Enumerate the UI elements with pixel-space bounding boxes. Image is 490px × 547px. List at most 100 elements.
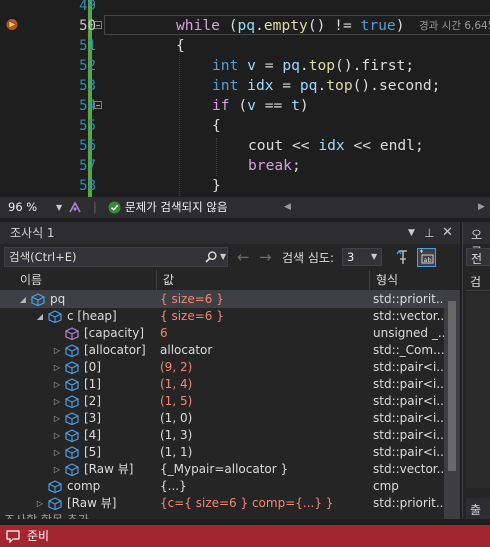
search-options-icon[interactable]: ▼ [220,248,226,266]
watch-type-cell: cmp [373,479,399,493]
watch-value-cell[interactable]: {c={ size=6 } comp={...} } [157,495,368,512]
column-header-name[interactable]: 이름 [0,270,157,290]
expand-toggle-icon[interactable]: ▷ [52,427,62,444]
watch-value-cell[interactable]: {_Mypair=allocator } [157,461,368,478]
chevron-down-icon: ▼ [371,252,378,261]
watch-name-cell[interactable]: ▷ [3] [0,410,155,427]
watch-row[interactable]: ▷ [allocator] allocator std::_Com... [0,342,444,359]
watch-row[interactable]: comp {...} cmp [0,478,444,495]
search-depth-value: 3 [347,250,355,264]
watch-name-cell[interactable]: comp [0,478,155,495]
watch-name-cell[interactable]: 조사할 항목 추가 [0,512,155,519]
line-number: 55 [79,118,96,134]
watch-row[interactable]: [capacity] 6 unsigned _... [0,325,444,342]
watch-row[interactable]: ▷ [4] (1, 3) std::pair<i... [0,427,444,444]
watch-name-cell[interactable]: ▷ [2] [0,393,155,410]
watch-value-cell[interactable]: {...} [157,478,368,495]
column-header-type[interactable]: 형식 [370,270,444,290]
code-line: 49 [0,0,490,16]
watch-value-cell[interactable]: 6 [157,325,368,342]
scroll-right-icon[interactable]: ▶ [478,197,485,218]
expand-toggle-icon[interactable]: ▷ [52,393,62,410]
watch-name-cell[interactable]: ▷ [Raw 뷰] [0,495,155,512]
window-title: 조사식 1 [10,226,55,240]
search-icon[interactable] [205,251,217,263]
collapse-toggle-icon[interactable]: ◢ [18,291,28,308]
pin-to-source-icon[interactable] [395,249,411,265]
search-back-icon[interactable]: ← [237,247,250,267]
expand-toggle-icon[interactable]: ▷ [35,495,45,512]
watch-name-cell[interactable]: ◢ pq [0,291,155,308]
expand-toggle-icon[interactable]: ▷ [52,376,62,393]
watch-name-cell[interactable]: [capacity] [0,325,155,342]
watch-row[interactable]: ▷ [3] (1, 0) std::pair<i... [0,410,444,427]
notification-icon[interactable] [6,530,20,543]
watch-name-cell[interactable]: ▷ [0] [0,359,155,376]
watch-value-cell[interactable]: (1, 4) [157,376,368,393]
watch-row[interactable]: ▷ [1] (1, 4) std::pair<i... [0,376,444,393]
zoom-level[interactable]: 96 % [8,197,37,218]
code-line: 53 int idx = pq.top().second; [0,76,490,96]
watch-row[interactable]: ▷ [2] (1, 5) std::pair<i... [0,393,444,410]
close-icon[interactable]: ✕ [442,222,453,244]
watch-value-cell[interactable]: { size=6 } [157,308,368,325]
perf-tip[interactable]: 경과 시간 6,645 [419,16,490,36]
watch-name-cell[interactable]: ▷ [allocator] [0,342,155,359]
watch-value-cell[interactable]: { size=6 } [157,291,368,308]
watch-value-cell[interactable]: (1, 0) [157,410,368,427]
expand-toggle-icon[interactable]: ▷ [52,410,62,427]
watch-window: 조사식 1 ▼ ⊥ ✕ 검색(Ctrl+E) ▼ ← → 검색 심도: 3 ▼ … [0,222,460,519]
watch-row[interactable]: ▷ [Raw 뷰] {_Mypair=allocator } std::vector.… [0,461,444,478]
watch-row[interactable]: ◢ pq { size=6 } std::priorit... [0,291,444,308]
side-search[interactable]: 검색 [466,272,490,306]
intellicode-icon[interactable] [68,201,82,214]
pin-icon[interactable]: ⊥ [424,222,434,244]
watch-name-cell[interactable]: ▷ [1] [0,376,155,393]
watch-value-cell[interactable]: (9, 2) [157,359,368,376]
scope-dropdown[interactable]: 전 [466,248,490,266]
code-text: cout << idx << endl; [248,137,424,154]
code-text: break; [248,157,301,174]
hex-display-icon[interactable]: ab [417,248,436,267]
watch-value-cell[interactable]: (1, 1) [157,444,368,461]
issues-status[interactable]: 문제가 검색되지 않음 [125,197,228,218]
status-bar: 준비 [0,525,490,547]
output-tab[interactable]: 출력 [466,498,490,519]
watch-row[interactable]: ◢ c [heap] { size=6 } std::vector... [0,308,444,325]
status-text: 준비 [27,529,50,543]
expand-toggle-icon[interactable]: ▷ [52,444,62,461]
column-header-value[interactable]: 값 [157,270,370,290]
watch-name-cell[interactable]: ▷ [4] [0,427,155,444]
collapse-toggle-icon[interactable]: ◢ [35,308,45,325]
watch-name-cell[interactable]: ▷ [Raw 뷰] [0,461,155,478]
watch-type-cell: std::pair<i... [373,411,444,425]
object-icon [65,429,79,442]
watch-value-cell[interactable]: allocator [157,342,368,359]
watch-title-bar[interactable]: 조사식 1 ▼ ⊥ ✕ [0,222,460,244]
search-depth-select[interactable]: 3 ▼ [342,248,382,266]
watch-value-cell[interactable] [157,512,368,519]
watch-value-cell[interactable]: (1, 3) [157,427,368,444]
expand-toggle-icon[interactable]: ▷ [52,342,62,359]
side-title-bar[interactable]: 오류 [463,222,490,259]
expand-toggle-icon[interactable]: ▷ [52,359,62,376]
watch-value-cell[interactable]: (1, 5) [157,393,368,410]
watch-row[interactable]: 조사할 항목 추가 [0,512,444,519]
watch-row[interactable]: ▷ [5] (1, 1) std::pair<i... [0,444,444,461]
scroll-left-icon[interactable]: ◀ [284,197,291,218]
search-forward-icon[interactable]: → [259,247,272,267]
search-input[interactable]: 검색(Ctrl+E) ▼ [4,247,228,267]
vertical-scrollbar[interactable] [444,291,460,519]
watch-type-cell: std::vector... [373,462,444,476]
watch-name-cell[interactable]: ▷ [5] [0,444,155,461]
window-menu-icon[interactable]: ▼ [408,222,415,244]
watch-item-name: c [heap] [67,309,117,323]
scrollbar-thumb[interactable] [448,301,456,471]
expand-toggle-icon[interactable]: ▷ [52,461,62,478]
zoom-dropdown-icon[interactable]: ▼ [56,197,62,218]
watch-row[interactable]: ▷ [0] (9, 2) std::pair<i... [0,359,444,376]
watch-name-cell[interactable]: ◢ c [heap] [0,308,155,325]
watch-item-name: [allocator] [84,343,146,357]
code-editor[interactable]: 49 50 while (pq.empty() != true) 경과 시간 6… [0,0,490,197]
watch-row[interactable]: ▷ [Raw 뷰] {c={ size=6 } comp={...} } std::p… [0,495,444,512]
